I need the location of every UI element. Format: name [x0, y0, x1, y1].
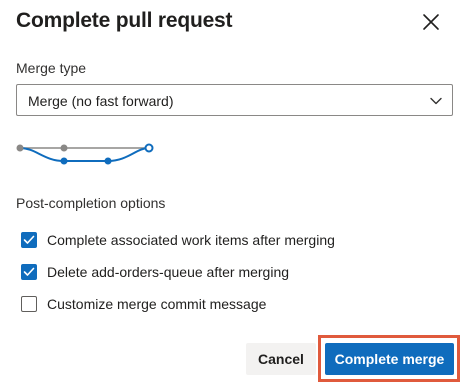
merge-type-dropdown[interactable]: Merge (no fast forward) — [16, 84, 453, 116]
customize-commit-message-label: Customize merge commit message — [47, 296, 267, 312]
delete-branch-label: Delete add-orders-queue after merging — [47, 264, 290, 280]
merge-type-value: Merge (no fast forward) — [28, 93, 174, 109]
dialog-title: Complete pull request — [16, 9, 233, 32]
customize-commit-message-checkbox[interactable] — [21, 296, 37, 312]
close-icon — [423, 14, 439, 30]
delete-branch-checkbox[interactable] — [21, 264, 37, 280]
merge-type-label: Merge type — [16, 60, 87, 76]
merge-strategy-diagram — [16, 143, 154, 165]
complete-work-items-label: Complete associated work items after mer… — [47, 232, 335, 248]
complete-pull-request-dialog: Complete pull request Merge type Merge (… — [0, 0, 471, 386]
post-completion-options-label: Post-completion options — [16, 195, 166, 211]
checkmark-icon — [23, 235, 35, 244]
cancel-button[interactable]: Cancel — [246, 343, 316, 375]
complete-merge-button[interactable]: Complete merge — [325, 343, 454, 375]
complete-work-items-checkbox[interactable] — [21, 232, 37, 248]
checkmark-icon — [23, 267, 35, 276]
chevron-down-icon — [430, 97, 442, 105]
close-button[interactable] — [418, 9, 444, 35]
